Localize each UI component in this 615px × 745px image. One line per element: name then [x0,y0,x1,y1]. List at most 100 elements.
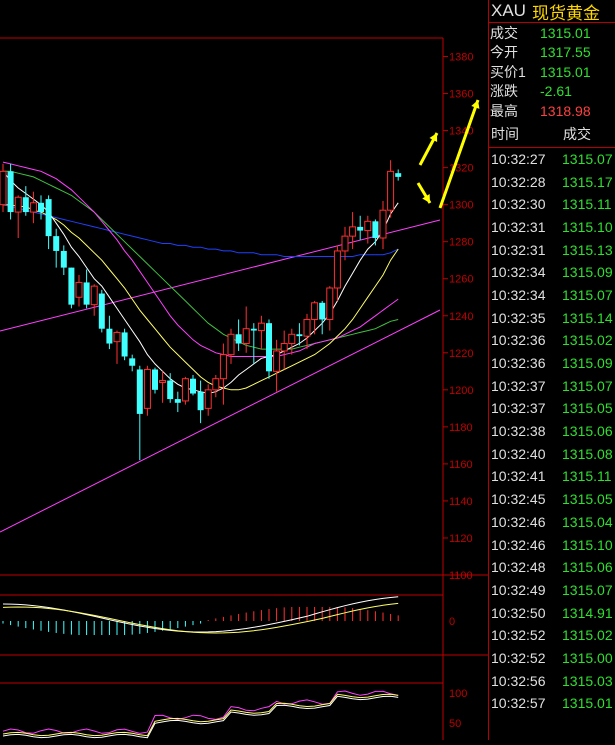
tick-row[interactable]: 10:32:57 1315.01 [489,692,615,715]
tick-row[interactable]: 10:32:46 1315.04 [489,511,615,534]
macd-bar [344,607,346,621]
arrow-to-high-annotation [438,99,480,209]
candle-body [75,281,83,298]
tick-time: 10:32:48 [491,559,546,576]
quote-rows: 成交 1315.01 今开 1317.55 买价1 1315.01 涨跌 -2.61 最高 131… [489,23,615,121]
candle-body [204,389,212,409]
tick-time: 10:32:38 [491,423,546,440]
tick-row[interactable]: 10:32:31 1315.13 [489,238,615,261]
price-tick-label: 1140 [449,496,473,508]
macd-bar [253,611,255,621]
candle-body [357,226,364,231]
tick-price: 1315.07 [562,150,613,167]
tick-time: 10:32:56 [491,672,546,689]
tick-row[interactable]: 10:32:40 1315.08 [489,442,615,465]
candle-body [364,220,372,232]
candle-body [98,293,105,329]
candle-body [319,302,326,320]
macd-bar [397,615,399,621]
tick-time: 10:32:40 [491,445,546,462]
tick-row[interactable]: 10:32:34 1315.07 [489,284,615,307]
macd-bar [306,607,308,621]
macd-bar [40,621,42,631]
candle-body [159,380,167,383]
candle-body [266,323,272,372]
kline-chart[interactable]: 1100 1120 1140 1160 1180 1200 1220 1240 1260 1280… [0,0,522,740]
chart-area[interactable]: 1100 1120 1140 1160 1180 1200 1220 1240 1260 1280… [0,0,522,740]
tick-price: 1315.13 [562,241,613,258]
osc-line-yellow [2,693,399,737]
macd-bar [55,621,57,633]
tick-row[interactable]: 10:32:37 1315.07 [489,374,615,397]
tick-row[interactable]: 10:32:31 1315.10 [489,216,615,239]
osc-line-white [2,695,399,739]
macd-bar [116,621,118,635]
tick-row[interactable]: 10:32:48 1315.06 [489,556,615,579]
candle-body [167,380,174,400]
candle-body [296,334,303,337]
candle-body [22,197,29,213]
quote-label: 今开 [490,44,518,61]
lower-trendline [0,309,441,533]
candle-body [197,391,204,411]
tick-row[interactable]: 10:32:46 1315.10 [489,533,615,556]
tick-row[interactable]: 10:32:41 1315.11 [489,465,615,488]
price-tick-label: 1240 [449,311,473,323]
tick-time: 10:32:30 [491,196,546,213]
tick-time: 10:32:31 [491,241,546,258]
tick-row[interactable]: 10:32:38 1315.06 [489,420,615,443]
macd-dea-line [2,602,399,634]
tick-row[interactable]: 10:32:28 1315.17 [489,170,615,193]
macd-bar [283,607,285,621]
tick-row[interactable]: 10:32:56 1315.03 [489,669,615,692]
tick-time: 10:32:36 [491,332,546,349]
header-time: 时间 [491,125,519,142]
quote-row: 涨跌 -2.61 [489,82,615,102]
tick-row[interactable]: 10:32:27 1315.07 [489,148,615,171]
candle-body [326,287,334,320]
candle-body [190,378,196,394]
tick-table[interactable]: 10:32:27 1315.07 10:32:28 1315.17 10:32:30 13… [489,148,615,715]
tick-row[interactable]: 10:32:49 1315.07 [489,579,615,602]
candle-body [227,333,235,356]
macd-bar [382,612,384,621]
candle-body [372,221,379,238]
tick-time: 10:32:37 [491,377,546,394]
tick-time: 10:32:46 [491,536,546,553]
candle-body [143,368,151,409]
macd-bar [359,609,361,621]
tick-time: 10:32:31 [491,218,546,235]
candle-body [38,202,44,213]
tick-row[interactable]: 10:32:35 1315.14 [489,306,615,329]
macd-bar [268,609,270,621]
tick-price: 1315.10 [562,218,613,235]
candle-body [212,378,220,391]
candle-body [257,322,265,332]
price-tick-label: 1180 [449,422,473,434]
candle-body [106,328,113,344]
tick-row[interactable]: 10:32:37 1315.05 [489,397,615,420]
tick-time: 10:32:34 [491,286,546,303]
tick-time: 10:32:34 [491,264,546,281]
candle-body [219,354,227,380]
macd-bar [245,612,247,621]
macd-bar [154,621,156,632]
macd-bar [230,615,232,621]
tick-price: 1314.91 [562,604,613,621]
tick-time: 10:32:57 [491,695,546,712]
macd-bar [367,610,369,621]
tick-row[interactable]: 10:32:34 1315.09 [489,261,615,284]
macd-bar [169,621,171,630]
macd-bar [215,618,217,621]
tick-row[interactable]: 10:32:52 1315.00 [489,647,615,670]
tick-row[interactable]: 10:32:30 1315.11 [489,193,615,216]
macd-bar [10,621,12,626]
tick-row[interactable]: 10:32:36 1315.02 [489,329,615,352]
tick-row[interactable]: 10:32:50 1314.91 [489,601,615,624]
tick-row[interactable]: 10:32:36 1315.09 [489,352,615,375]
price-tick-label: 1200 [449,385,473,397]
tick-row[interactable]: 10:32:45 1315.05 [489,488,615,511]
tick-row[interactable]: 10:32:52 1315.02 [489,624,615,647]
quote-value: 1315.01 [540,63,591,80]
macd-bar [101,621,103,635]
